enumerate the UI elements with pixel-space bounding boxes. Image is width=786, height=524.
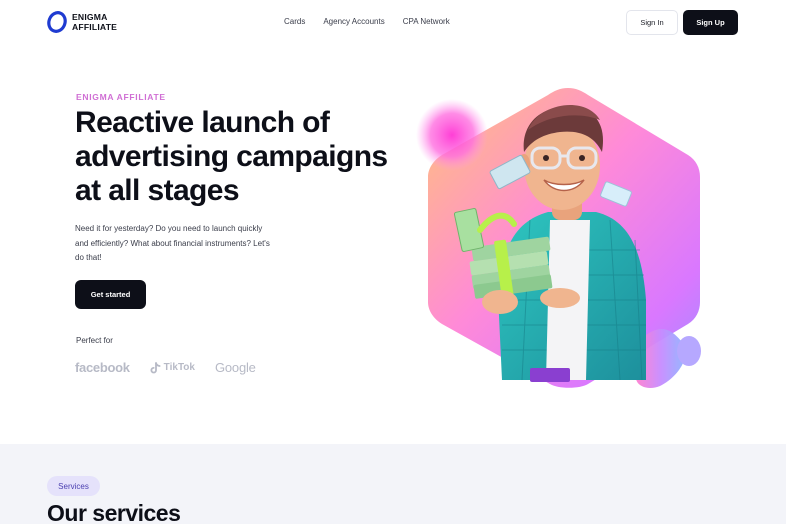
logo-line-2: AFFILIATE — [72, 22, 118, 32]
sign-up-button[interactable]: Sign Up — [683, 10, 738, 35]
logo-wordmark: ENIGMA AFFILIATE — [72, 12, 117, 32]
sign-in-button[interactable]: Sign In — [626, 10, 678, 35]
hero-illustration — [416, 88, 701, 389]
hero-eyebrow: ENIGMA AFFILIATE — [76, 92, 166, 102]
nav-link-agency-accounts[interactable]: Agency Accounts — [323, 17, 384, 26]
nav-link-cards[interactable]: Cards — [284, 17, 305, 26]
services-title: Our services — [47, 500, 181, 524]
tiktok-logo-text: TikTok — [163, 362, 195, 373]
google-logo-text: Google — [214, 360, 256, 375]
site-header: ENIGMA AFFILIATE Cards Agency Accounts C… — [0, 0, 786, 46]
facebook-logo-text: facebook — [75, 360, 130, 375]
enigma-logo-icon — [47, 11, 67, 33]
brand-logo[interactable]: ENIGMA AFFILIATE — [47, 11, 117, 33]
logo-line-1: ENIGMA — [72, 12, 108, 22]
main-nav: Cards Agency Accounts CPA Network — [284, 17, 450, 26]
perfect-for-label: Perfect for — [76, 336, 113, 345]
google-logo: Google — [215, 360, 256, 375]
hero-description: Need it for yesterday? Do you need to la… — [75, 224, 270, 262]
services-pill: Services — [47, 476, 100, 496]
nav-link-cpa-network[interactable]: CPA Network — [403, 17, 450, 26]
facebook-logo: facebook — [75, 360, 130, 375]
get-started-button[interactable]: Get started — [75, 280, 146, 309]
tiktok-icon — [150, 361, 161, 373]
hero-title: Reactive launch of advertising campaigns… — [75, 106, 388, 207]
tiktok-logo: TikTok — [150, 361, 195, 374]
partner-logos: facebook TikTok Google — [75, 360, 256, 375]
